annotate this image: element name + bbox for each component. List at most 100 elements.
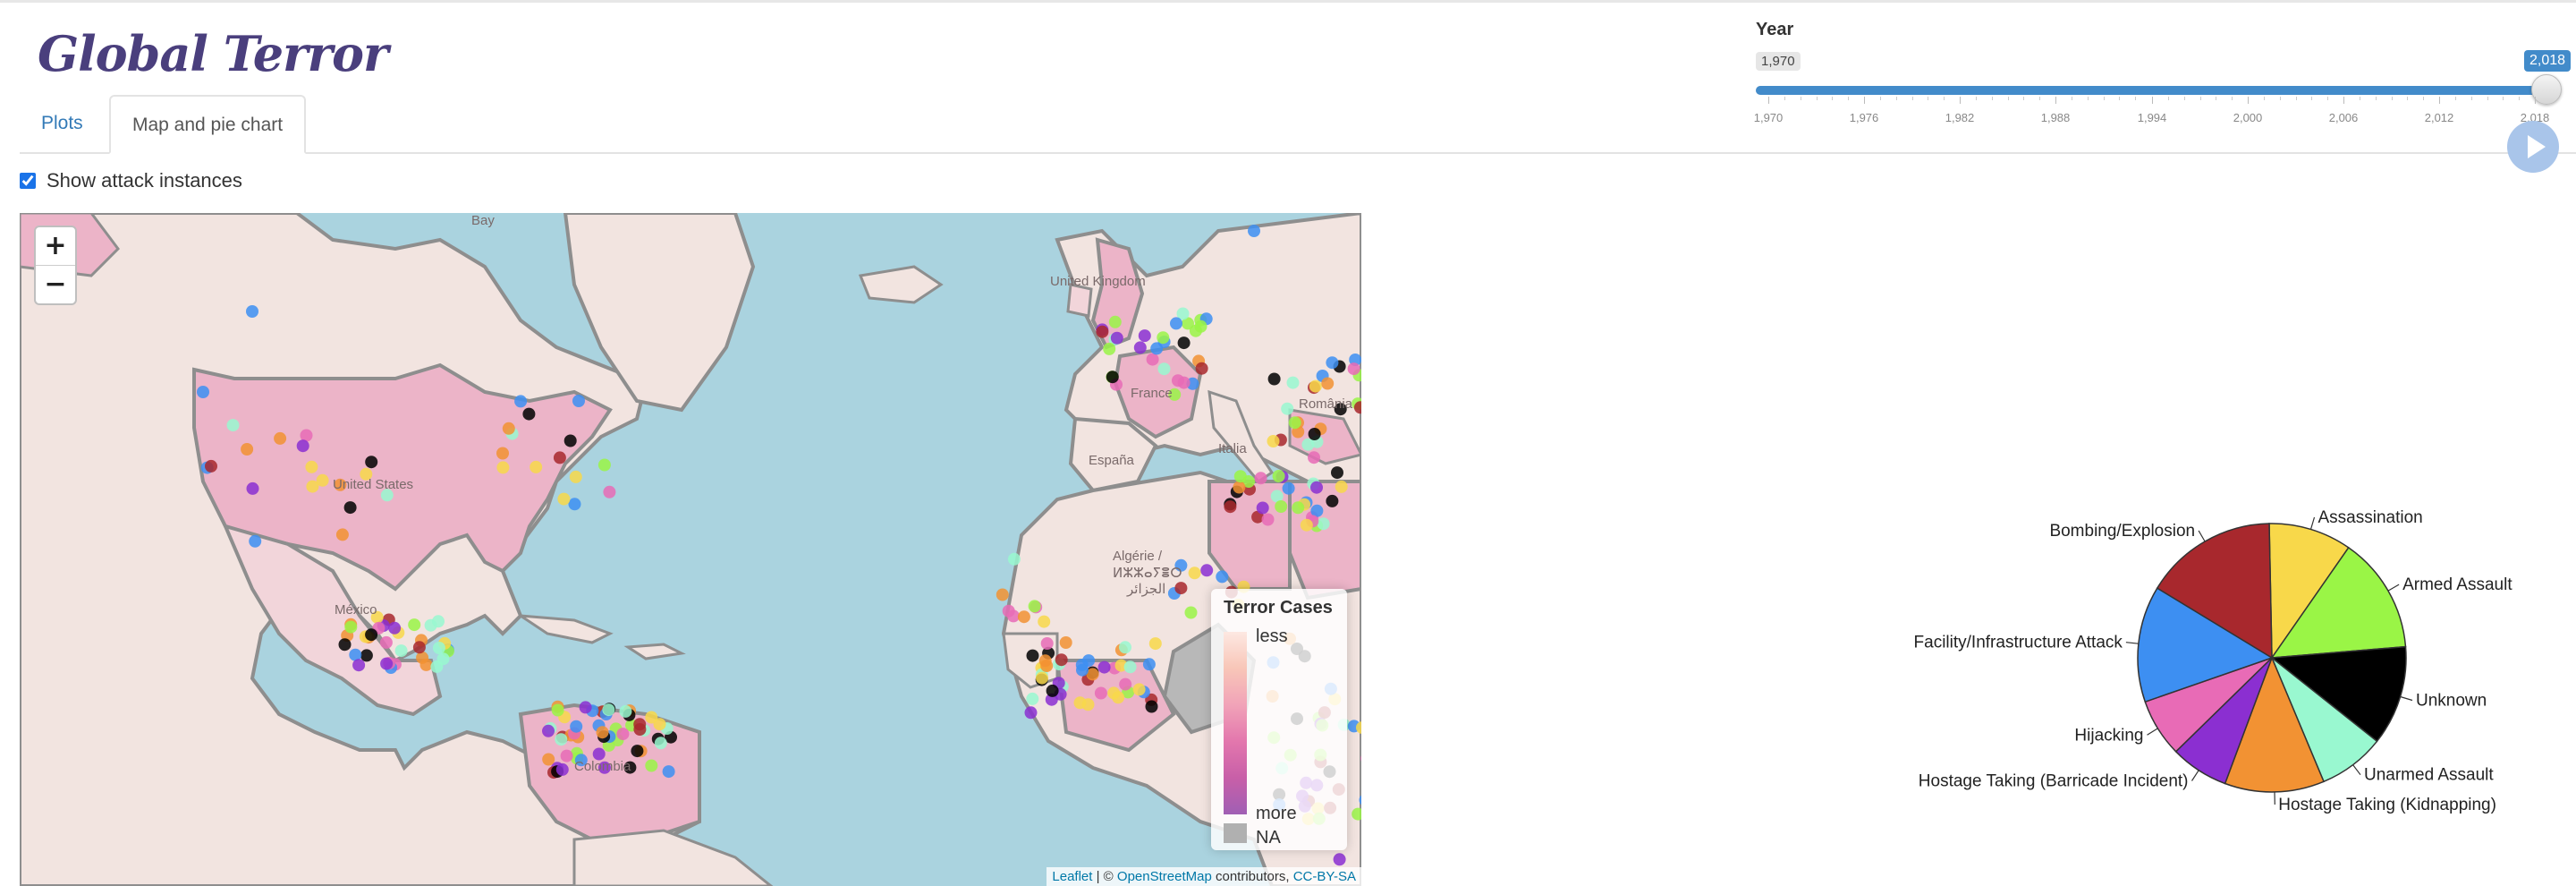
attack-instance[interactable] — [572, 395, 585, 407]
attack-instance[interactable] — [1326, 356, 1339, 370]
attack-instance[interactable] — [1282, 481, 1295, 495]
attack-instance[interactable] — [241, 443, 254, 456]
attack-instance[interactable] — [1281, 402, 1294, 415]
attack-instance[interactable] — [1310, 481, 1323, 494]
attack-instance[interactable] — [436, 652, 450, 666]
attack-instance[interactable] — [1002, 604, 1015, 618]
attack-instance[interactable] — [596, 726, 609, 739]
attack-instance[interactable] — [1110, 331, 1123, 345]
attack-instance[interactable] — [380, 657, 394, 670]
attack-instance[interactable] — [226, 419, 240, 432]
attack-instance[interactable] — [432, 615, 445, 628]
attack-instance[interactable] — [542, 753, 555, 766]
attack-instance[interactable] — [502, 422, 515, 435]
attack-instance[interactable] — [274, 431, 287, 445]
attack-instance[interactable] — [1195, 362, 1208, 375]
attack-instance[interactable] — [197, 386, 209, 398]
year-slider-track[interactable] — [1756, 86, 2547, 95]
attack-instance[interactable] — [530, 460, 543, 473]
attack-instance[interactable] — [1272, 470, 1285, 482]
attack-instance[interactable] — [1119, 677, 1132, 691]
attack-instance[interactable] — [1076, 663, 1089, 677]
show-attacks-control[interactable]: Show attack instances — [20, 168, 242, 193]
attack-instance[interactable] — [1132, 683, 1146, 696]
attack-instance[interactable] — [555, 733, 568, 746]
attack-instance[interactable] — [1188, 567, 1201, 580]
attack-instance[interactable] — [246, 481, 259, 495]
attack-instance[interactable] — [1288, 416, 1301, 430]
attack-instance[interactable] — [1026, 692, 1039, 705]
attack-instance[interactable] — [365, 456, 378, 469]
attack-instance[interactable] — [1055, 653, 1068, 667]
attack-instance[interactable] — [1107, 686, 1121, 700]
attack-instance[interactable] — [1308, 428, 1321, 440]
play-button[interactable] — [2507, 121, 2559, 173]
attack-instance[interactable] — [514, 395, 528, 408]
attack-instance[interactable] — [1096, 325, 1109, 338]
attack-instance[interactable] — [1106, 371, 1119, 384]
attack-instance[interactable] — [1046, 684, 1059, 697]
leaflet-link[interactable]: Leaflet — [1052, 869, 1092, 884]
attack-instance[interactable] — [579, 701, 592, 714]
attack-instance[interactable] — [1261, 513, 1275, 526]
attack-instance[interactable] — [1300, 518, 1313, 532]
attack-instance[interactable] — [570, 720, 583, 733]
attack-instance[interactable] — [1275, 500, 1288, 513]
attack-instance[interactable] — [1172, 374, 1184, 388]
attack-instance[interactable] — [542, 724, 555, 737]
attack-instance[interactable] — [1194, 319, 1208, 333]
attack-instance[interactable] — [388, 621, 402, 635]
attack-instance[interactable] — [1094, 686, 1107, 700]
attack-instance[interactable] — [305, 460, 318, 473]
attack-instance[interactable] — [1200, 564, 1214, 577]
attack-instance[interactable] — [352, 659, 366, 672]
attack-instance[interactable] — [631, 745, 644, 758]
attack-instance[interactable] — [1309, 379, 1322, 393]
attack-instance[interactable] — [1326, 494, 1339, 507]
attack-instance[interactable] — [360, 649, 373, 662]
attack-instance[interactable] — [1017, 610, 1030, 624]
map[interactable]: United States United Kingdom France España… — [20, 213, 1361, 886]
attack-instance[interactable] — [496, 461, 510, 474]
attack-instance[interactable] — [602, 703, 615, 717]
attack-instance[interactable] — [662, 765, 675, 779]
attack-instance[interactable] — [1254, 472, 1267, 485]
attack-instance[interactable] — [1347, 362, 1360, 376]
attack-instance[interactable] — [555, 762, 569, 776]
osm-link[interactable]: OpenStreetMap — [1117, 869, 1212, 884]
attack-instance[interactable] — [365, 628, 378, 642]
attack-instance[interactable] — [1170, 317, 1182, 330]
attack-instance[interactable] — [1248, 225, 1260, 237]
tab-plots[interactable]: Plots — [20, 95, 105, 152]
attack-instance[interactable] — [645, 759, 658, 772]
attack-instance[interactable] — [1036, 671, 1048, 685]
attack-instance[interactable] — [1142, 658, 1156, 671]
attack-instance[interactable] — [569, 470, 582, 483]
attack-instance[interactable] — [1331, 466, 1343, 480]
attack-instance[interactable] — [343, 501, 357, 515]
attack-instance[interactable] — [1308, 451, 1320, 464]
attack-instance[interactable] — [1321, 377, 1335, 390]
attack-instance[interactable] — [1267, 372, 1281, 386]
attack-instance[interactable] — [1073, 696, 1087, 710]
attack-instance[interactable] — [1174, 582, 1188, 595]
attack-instance[interactable] — [296, 439, 309, 453]
attack-instance[interactable] — [1292, 501, 1305, 515]
attack-instance[interactable] — [1103, 342, 1116, 355]
attack-instance[interactable] — [1146, 353, 1159, 366]
attack-instance[interactable] — [1007, 552, 1021, 566]
attack-instance[interactable] — [1119, 641, 1131, 654]
zoom-out-button[interactable]: − — [36, 266, 75, 303]
attack-instance[interactable] — [344, 620, 358, 634]
attack-instance[interactable] — [408, 618, 421, 632]
attack-instance[interactable] — [1097, 660, 1111, 674]
attack-instance[interactable] — [1133, 341, 1147, 354]
attack-instance[interactable] — [1286, 376, 1300, 389]
attack-instance[interactable] — [568, 498, 581, 511]
attack-instance[interactable] — [1333, 853, 1346, 866]
attack-instance[interactable] — [205, 459, 217, 473]
tab-map-and-pie-chart[interactable]: Map and pie chart — [109, 95, 307, 154]
attack-instance[interactable] — [1123, 660, 1137, 674]
attack-instance[interactable] — [1028, 600, 1041, 613]
attack-instance[interactable] — [412, 641, 426, 654]
